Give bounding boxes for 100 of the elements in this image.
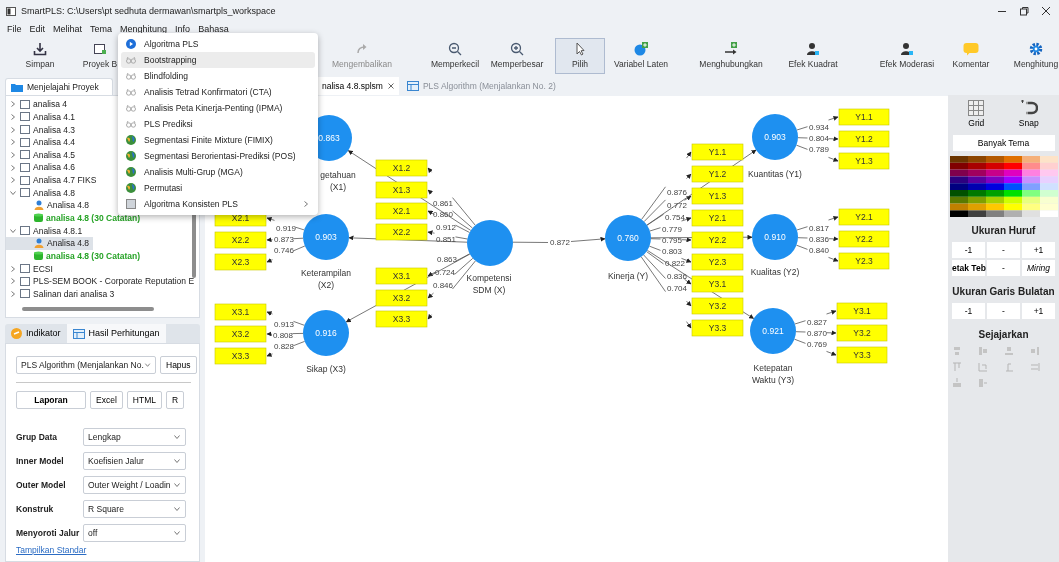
indicator-box[interactable]: Y2.2 (838, 230, 890, 248)
chevron-right-icon[interactable] (302, 200, 310, 208)
menu-item[interactable]: Blindfolding (121, 68, 315, 84)
menu-item[interactable]: Algoritma PLS (121, 36, 315, 52)
indicator-box[interactable]: Y2.2 (691, 231, 744, 249)
menu-item[interactable]: Bootstrapping (121, 52, 315, 68)
indicator-box[interactable]: Y1.2 (691, 165, 744, 183)
menu-item[interactable]: Info (171, 23, 195, 35)
tree-item[interactable]: Analisa 4.8 (6, 186, 80, 200)
indicator-box[interactable]: X1.2 (375, 159, 428, 177)
indicator-box[interactable]: Y3.1 (836, 302, 888, 320)
theme-button[interactable]: Banyak Tema (952, 135, 1055, 152)
indicator-box[interactable]: Y1.2 (838, 130, 890, 148)
export-button[interactable]: HTML (126, 391, 162, 409)
indicator-box[interactable]: Y3.3 (836, 346, 888, 364)
indicator-box[interactable]: Y1.1 (691, 143, 744, 161)
menu-item[interactable]: Analisis Tetrad Konfirmatori (CTA) (121, 84, 315, 100)
indicator-box[interactable]: Y1.3 (838, 152, 890, 170)
indicator-box[interactable]: Y2.3 (838, 252, 890, 270)
tree-item[interactable]: analisa 4 (6, 98, 72, 111)
close-icon[interactable] (1041, 6, 1051, 16)
format-button[interactable]: -1 (952, 303, 985, 320)
panel-tab[interactable]: Menjelajahi Proyek (5, 78, 113, 95)
toolbar-button[interactable]: Menghitung (1013, 38, 1059, 74)
construct-node[interactable] (303, 214, 349, 260)
construct-node[interactable] (303, 310, 349, 356)
indicator-box[interactable]: X2.3 (214, 253, 267, 271)
indicator-box[interactable]: Y3.2 (836, 324, 888, 342)
tree-item[interactable]: ECSI (6, 262, 57, 275)
format-button[interactable]: +1 (1022, 242, 1055, 259)
tree-item[interactable]: Analisa 4.5 (6, 148, 80, 162)
link[interactable]: Tampilkan Standar (16, 545, 87, 555)
indicator-box[interactable]: Y3.2 (691, 297, 744, 315)
format-button[interactable]: - (987, 242, 1020, 259)
chevron-down-icon[interactable] (143, 361, 151, 369)
chevron-down-icon[interactable] (9, 188, 17, 197)
menu-item[interactable]: Edit (25, 23, 50, 35)
close-icon[interactable] (386, 82, 395, 90)
indicator-box[interactable]: Y2.1 (838, 208, 890, 226)
indicator-box[interactable]: X3.1 (214, 303, 267, 321)
export-button[interactable]: R (165, 391, 185, 409)
tree-item[interactable]: Salinan dari analisa 3 (6, 287, 119, 301)
construct-node[interactable] (750, 308, 796, 354)
format-button[interactable]: etak Teb (952, 260, 985, 277)
toolbar-button[interactable]: Pilih (555, 38, 605, 74)
indicator-box[interactable]: X2.2 (375, 223, 428, 241)
export-button[interactable]: Excel (90, 391, 123, 409)
chevron-down-icon[interactable] (173, 481, 181, 489)
format-button[interactable]: -1 (952, 242, 985, 259)
toolbar-button[interactable]: Proyek B (82, 38, 118, 74)
construct-node[interactable] (467, 220, 513, 266)
indicator-box[interactable]: X3.1 (375, 267, 428, 285)
toolbar-button[interactable]: Memperbesar (486, 38, 548, 74)
toolbar-button[interactable]: Efek Moderasi (872, 38, 942, 74)
tree-item[interactable]: Analisa 4.8.1 (6, 224, 87, 238)
dropdown[interactable]: Lengkap (83, 428, 186, 446)
dropdown[interactable]: Koefisien Jalur (83, 452, 186, 470)
toolbar-button[interactable]: Variabel Laten (608, 38, 674, 74)
toolbar-button[interactable]: Simpan (15, 38, 65, 74)
chevron-down-icon[interactable] (9, 226, 17, 235)
dropdown[interactable]: R Square (83, 500, 186, 518)
indicator-box[interactable]: X2.2 (214, 231, 267, 249)
format-button[interactable]: Miring (1022, 260, 1055, 277)
menu-item[interactable]: Tema (86, 23, 117, 35)
construct-node[interactable] (605, 215, 651, 261)
tree-item[interactable]: Analisa 4.4 (6, 135, 80, 149)
menu-item[interactable]: Melihat (49, 23, 87, 35)
menu-item[interactable]: Permutasi (121, 180, 315, 196)
format-button[interactable]: +1 (1022, 303, 1055, 320)
indicator-box[interactable]: Y2.1 (691, 209, 744, 227)
menu-item[interactable]: Algoritma Konsisten PLS (121, 196, 315, 212)
dropdown[interactable]: off (83, 524, 186, 542)
menu-item[interactable]: Analisis Peta Kinerja-Penting (IPMA) (121, 100, 315, 116)
menu-item[interactable]: Segmentasi Finite Mixture (FIMIX) (121, 132, 315, 148)
format-button[interactable]: - (987, 260, 1020, 277)
indicator-box[interactable]: Y3.1 (691, 275, 744, 293)
clear-button[interactable]: Hapus (160, 356, 197, 374)
menu-item[interactable]: PLS Prediksi (121, 116, 315, 132)
dropdown[interactable]: PLS Algorithm (Menjalankan No. (16, 356, 156, 374)
panel-tab[interactable]: Indikator (5, 324, 67, 343)
tool-button[interactable]: Snap (1012, 99, 1045, 130)
alignment-icon[interactable] (951, 362, 962, 373)
tree-item[interactable]: Analisa 4.8 (6, 237, 94, 250)
indicator-box[interactable]: X2.1 (375, 202, 428, 220)
tree-item[interactable]: Analisa 4.7 FIKS (6, 173, 101, 187)
chevron-down-icon[interactable] (173, 457, 181, 465)
chevron-down-icon[interactable] (173, 505, 181, 513)
tree-item[interactable]: PLS-SEM BOOK - Corporate Reputation E (6, 274, 199, 288)
editor-tab[interactable]: nalisa 4.8.splsm (318, 77, 399, 95)
indicator-box[interactable]: X1.3 (375, 181, 428, 199)
chevron-down-icon[interactable] (173, 529, 181, 537)
indicator-box[interactable]: Y3.3 (691, 319, 744, 337)
menu-item[interactable]: Segmentasi Berorientasi-Prediksi (POS) (121, 148, 315, 164)
format-button[interactable]: - (987, 303, 1020, 320)
indicator-box[interactable]: X3.3 (375, 310, 428, 328)
export-button[interactable]: Laporan (16, 391, 86, 409)
menu-item[interactable]: Menghitung (116, 23, 172, 35)
construct-node[interactable] (752, 114, 798, 160)
color-palette[interactable] (949, 156, 1058, 218)
menu-item[interactable]: File (3, 23, 26, 35)
